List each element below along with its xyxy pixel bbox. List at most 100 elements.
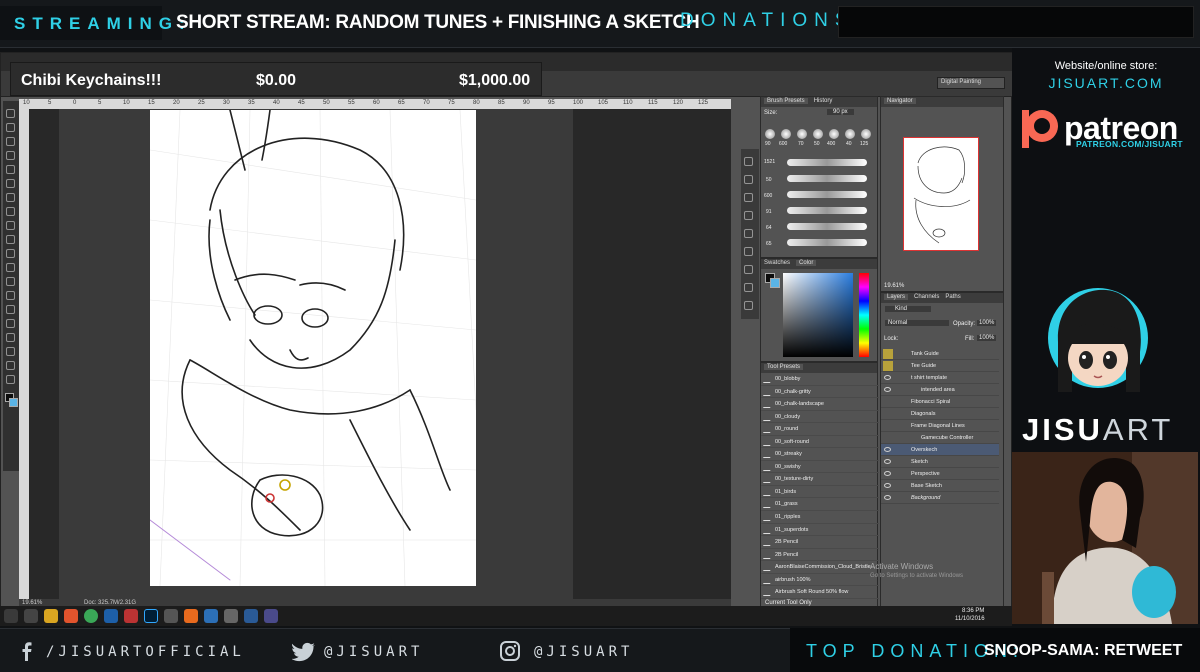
layer-row-selected[interactable]: Overskech xyxy=(881,444,999,456)
actions-panel-icon[interactable] xyxy=(744,175,753,184)
taskbar-app-icon[interactable] xyxy=(124,609,138,623)
visibility-eye-icon[interactable] xyxy=(884,387,891,392)
eraser-tool-icon[interactable] xyxy=(6,249,15,258)
layer-row[interactable]: Tee Guide xyxy=(881,360,999,372)
sketch-artboard[interactable] xyxy=(149,109,477,587)
tool-preset-item[interactable]: 2B Pencil xyxy=(761,536,879,549)
brush-tip[interactable] xyxy=(797,129,807,139)
gradient-tool-icon[interactable] xyxy=(6,263,15,272)
layer-row[interactable]: Perspective xyxy=(881,468,999,480)
tool-preset-item[interactable]: 00_chalk-landscape xyxy=(761,398,879,411)
tool-preset-item[interactable]: AaronBlaiseCommission_Cloud_Bristle... xyxy=(761,561,879,574)
shape-tool-icon[interactable] xyxy=(6,347,15,356)
tool-preset-item[interactable]: airbrush 100% xyxy=(761,574,879,587)
visibility-eye-icon[interactable] xyxy=(884,459,891,464)
brush-stroke-preview[interactable] xyxy=(787,191,867,198)
firefox-icon[interactable] xyxy=(64,609,78,623)
crop-tool-icon[interactable] xyxy=(6,165,15,174)
visibility-eye-icon[interactable] xyxy=(884,375,891,380)
path-select-tool-icon[interactable] xyxy=(6,333,15,342)
tool-preset-item[interactable]: Airbrush Soft Round 50% flow xyxy=(761,586,879,599)
windows-start-icon[interactable] xyxy=(4,609,18,623)
brush-size-field[interactable]: 90 px xyxy=(827,109,854,115)
brush-stroke-preview[interactable] xyxy=(787,175,867,182)
tool-preset-item[interactable]: 01_superdots xyxy=(761,524,879,537)
brush-tip[interactable] xyxy=(845,129,855,139)
tool-preset-item[interactable]: 00_soft-round xyxy=(761,436,879,449)
tab-navigator[interactable]: Navigator xyxy=(884,98,916,104)
taskbar-app-icon[interactable] xyxy=(104,609,118,623)
tool-preset-item[interactable]: 00_texture-dirty xyxy=(761,473,879,486)
brush-tip[interactable] xyxy=(765,129,775,139)
layer-row[interactable]: Gamecube Controller xyxy=(881,432,999,444)
layer-row[interactable]: Diagonals xyxy=(881,408,999,420)
visibility-eye-icon[interactable] xyxy=(884,447,891,452)
blend-mode-select[interactable]: Normal xyxy=(885,320,949,326)
tool-preset-item[interactable]: 01_grass xyxy=(761,498,879,512)
tool-preset-item[interactable]: 00_cloudy xyxy=(761,411,879,424)
hand-tool-icon[interactable] xyxy=(6,361,15,370)
taskbar-app-icon[interactable] xyxy=(24,609,38,623)
brush-stroke-preview[interactable] xyxy=(787,223,867,230)
tool-preset-item[interactable]: 01_birds xyxy=(761,486,879,499)
tab-channels[interactable]: Channels xyxy=(914,294,939,300)
website-url[interactable]: JISUART.COM xyxy=(1012,75,1200,91)
visibility-eye-icon[interactable] xyxy=(884,471,891,476)
visibility-eye-icon[interactable] xyxy=(884,483,891,488)
navigator-zoom[interactable]: 19.61% xyxy=(884,283,904,289)
quick-select-tool-icon[interactable] xyxy=(6,151,15,160)
brush-stroke-preview[interactable] xyxy=(787,239,867,246)
workspace-select[interactable]: Digital Painting xyxy=(937,77,1005,89)
background-color-swatch[interactable] xyxy=(9,398,18,407)
move-tool-icon[interactable] xyxy=(6,109,15,118)
photoshop-icon[interactable] xyxy=(144,609,158,623)
blur-tool-icon[interactable] xyxy=(6,277,15,286)
fill-field[interactable]: 100% xyxy=(977,335,997,341)
layer-filter-kind[interactable]: Kind xyxy=(885,306,931,312)
tool-preset-item[interactable]: 00_blobby xyxy=(761,373,879,386)
tab-layers[interactable]: Layers xyxy=(884,294,909,300)
blender-icon[interactable] xyxy=(184,609,198,623)
navigator-thumbnail[interactable] xyxy=(903,137,979,251)
opacity-field[interactable]: 100% xyxy=(977,320,997,326)
brush-tool-icon[interactable] xyxy=(6,207,15,216)
tool-preset-item[interactable]: 2B Pencil xyxy=(761,549,879,562)
tab-brush-presets[interactable]: Brush Presets xyxy=(764,98,808,104)
dodge-tool-icon[interactable] xyxy=(6,291,15,300)
styles-panel-icon[interactable] xyxy=(744,229,753,238)
lasso-tool-icon[interactable] xyxy=(6,137,15,146)
info-panel-icon[interactable] xyxy=(744,193,753,202)
color-field[interactable] xyxy=(783,273,853,357)
brush-stroke-preview[interactable] xyxy=(787,207,867,214)
brush-tip[interactable] xyxy=(861,129,871,139)
history-panel-icon[interactable] xyxy=(744,157,753,166)
layer-row[interactable]: Frame Diagonal Lines xyxy=(881,420,999,432)
adjustments-panel-icon[interactable] xyxy=(744,211,753,220)
paragraph-panel-icon[interactable] xyxy=(744,301,753,310)
brush-tip[interactable] xyxy=(829,129,839,139)
character-panel-icon[interactable] xyxy=(744,283,753,292)
eyedropper-tool-icon[interactable] xyxy=(6,179,15,188)
taskbar-app-icon[interactable] xyxy=(244,609,258,623)
layer-row[interactable]: Background xyxy=(881,492,999,504)
file-explorer-icon[interactable] xyxy=(44,609,58,623)
hue-slider[interactable] xyxy=(859,273,869,357)
layer-row[interactable]: Base Sketch xyxy=(881,480,999,492)
marquee-tool-icon[interactable] xyxy=(6,123,15,132)
visibility-eye-icon[interactable] xyxy=(884,495,891,500)
tab-history[interactable]: History xyxy=(814,98,833,104)
stamp-tool-icon[interactable] xyxy=(6,221,15,230)
layer-row[interactable]: t shirt template xyxy=(881,372,999,384)
history-brush-tool-icon[interactable] xyxy=(6,235,15,244)
layer-row[interactable]: intended area xyxy=(881,384,999,396)
type-tool-icon[interactable] xyxy=(6,319,15,328)
tab-swatches[interactable]: Swatches xyxy=(764,260,790,266)
layer-row[interactable]: Fibonacci Spiral xyxy=(881,396,999,408)
brush-tip[interactable] xyxy=(781,129,791,139)
zoom-tool-icon[interactable] xyxy=(6,375,15,384)
brush-tip[interactable] xyxy=(813,129,823,139)
tab-tool-presets[interactable]: Tool Presets xyxy=(764,364,804,370)
tool-preset-item[interactable]: 00_swishy xyxy=(761,461,879,474)
tab-paths[interactable]: Paths xyxy=(945,294,960,300)
taskbar-app-icon[interactable] xyxy=(164,609,178,623)
